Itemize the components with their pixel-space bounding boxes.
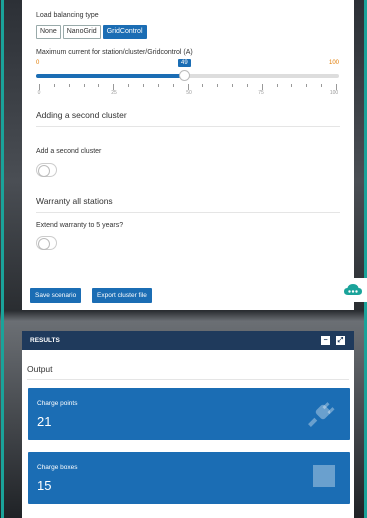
minimize-icon[interactable]: − (321, 336, 330, 345)
box-icon (313, 465, 335, 487)
output-title: Output (27, 364, 349, 380)
slider-tick (98, 84, 99, 87)
lb-option-gridcontrol[interactable]: GridControl (102, 25, 147, 39)
results-title: RESULTS (30, 337, 60, 344)
charge-boxes-value: 15 (37, 478, 52, 493)
slider-tick (217, 84, 218, 87)
max-current-label: Maximum current for station/cluster/Grid… (36, 49, 193, 56)
lb-option-none[interactable]: None (36, 25, 61, 39)
slider-tick (143, 84, 144, 87)
warranty-toggle[interactable] (36, 236, 57, 250)
results-panel: RESULTS − ⤢ Output Charge points 21 Char… (22, 331, 354, 518)
tick-label-75: 75 (258, 90, 264, 96)
lb-option-nanogrid[interactable]: NanoGrid (62, 25, 101, 39)
tick-label-100: 100 (329, 90, 339, 96)
max-current-slider[interactable]: 0 49 100 0 25 50 75 100 (36, 59, 339, 100)
slider-tick (306, 84, 307, 87)
slider-tick (247, 84, 248, 87)
card-charge-points: Charge points 21 (28, 388, 350, 440)
results-header: RESULTS − ⤢ (22, 331, 354, 350)
slider-tick (128, 84, 129, 87)
slider-tick (277, 84, 278, 87)
slider-handle[interactable] (179, 70, 190, 81)
slider-tick (202, 84, 203, 87)
save-scenario-button[interactable]: Save scenario (30, 288, 82, 303)
expand-icon[interactable]: ⤢ (336, 336, 345, 345)
slider-tick (173, 84, 174, 87)
slider-tick (158, 84, 159, 87)
slider-fill (36, 74, 184, 78)
card-charge-boxes: Charge boxes 15 (28, 452, 350, 504)
tick-label-25: 25 (111, 90, 117, 96)
tick-label-0: 0 (37, 90, 41, 96)
charge-boxes-label: Charge boxes (37, 464, 78, 471)
second-cluster-title: Adding a second cluster (36, 110, 340, 127)
slider-tick (232, 84, 233, 87)
settings-panel: Load balancing type None NanoGrid GridCo… (22, 0, 354, 310)
slider-tick (291, 84, 292, 87)
load-balancing-selector: None NanoGrid GridControl (36, 25, 147, 39)
charge-points-value: 21 (37, 414, 52, 429)
tick-label-50: 50 (186, 90, 192, 96)
export-cluster-button[interactable]: Export cluster file (92, 288, 152, 303)
slider-tick (321, 84, 322, 87)
charge-points-label: Charge points (37, 400, 78, 407)
slider-tick (54, 84, 55, 87)
slider-tick (69, 84, 70, 87)
warranty-title: Warranty all stations (36, 196, 340, 213)
slider-value: 49 (178, 59, 191, 67)
second-cluster-toggle[interactable] (36, 163, 57, 177)
second-cluster-toggle-label: Add a second cluster (36, 148, 102, 155)
cloud-icon (344, 284, 362, 295)
slider-tick (84, 84, 85, 87)
warranty-toggle-label: Extend warranty to 5 years? (36, 222, 124, 229)
plug-icon (308, 402, 335, 427)
cloud-chat-button[interactable] (339, 278, 367, 302)
slider-min: 0 (36, 60, 40, 66)
load-balancing-label: Load balancing type (36, 12, 99, 19)
slider-max: 100 (328, 60, 339, 66)
